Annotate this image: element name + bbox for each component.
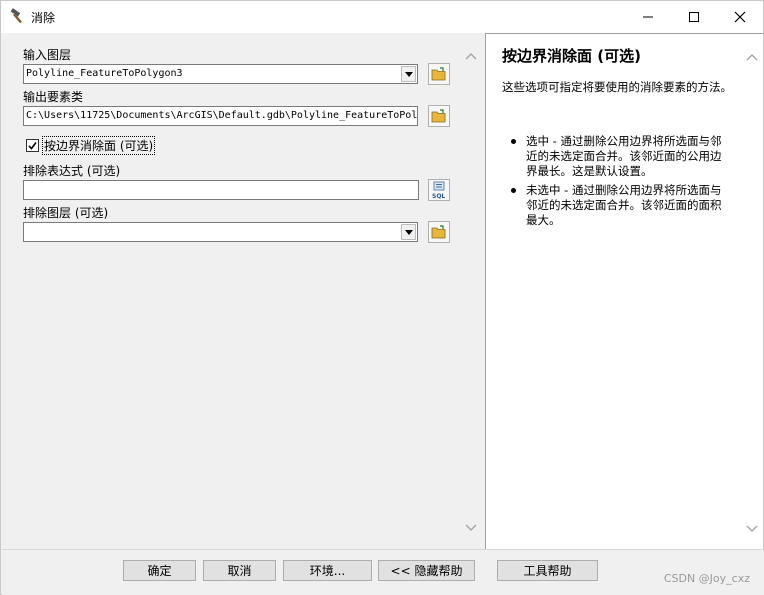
ok-button[interactable]: 确定 — [123, 560, 196, 581]
browse-exclusion-layer-button[interactable] — [428, 221, 450, 243]
maximize-button[interactable] — [671, 1, 717, 33]
help-scroll-up-arrow[interactable] — [744, 49, 760, 65]
boundary-checkbox-label[interactable]: 按边界消除面 (可选) — [42, 135, 156, 155]
chevron-down-icon — [465, 524, 477, 531]
hide-help-button[interactable]: << 隐藏帮助 — [378, 560, 475, 581]
help-scroll-down-arrow[interactable] — [744, 520, 760, 536]
window-title: 消除 — [31, 11, 56, 25]
help-panel: 按边界消除面 (可选) 这些选项可指定将要使用的消除要素的方法。 选中 - 通过… — [485, 33, 763, 549]
chevron-down-icon[interactable] — [401, 224, 416, 240]
help-bullet-text: 选中 - 通过删除公用边界将所选面与邻近的未选定面合并。该邻近面的公用边界最长。… — [526, 134, 722, 178]
exclusion-layer-combo[interactable] — [23, 222, 418, 242]
input-layer-label: 输入图层 — [23, 48, 72, 62]
chevron-up-icon — [746, 53, 758, 60]
folder-open-icon — [431, 109, 446, 123]
chevron-up-icon — [465, 52, 477, 59]
environments-button[interactable]: 环境... — [283, 560, 372, 581]
checkmark-icon — [28, 141, 37, 150]
exclusion-layer-label: 排除图层 (可选) — [23, 206, 109, 220]
output-label: 输出要素类 — [23, 90, 84, 104]
help-bullet-unchecked: 未选中 - 通过删除公用边界将所选面与邻近的未选定面合并。该邻近面的面积最大。 — [511, 183, 726, 228]
help-bullets: 选中 - 通过删除公用边界将所选面与邻近的未选定面合并。该邻近面的公用边界最长。… — [511, 134, 726, 232]
dialog-window: 消除 输入图层 Polyline_FeatureToPolygon3 输出要素类… — [0, 0, 764, 595]
sql-icon: SQL — [432, 181, 445, 199]
svg-text:SQL: SQL — [432, 193, 445, 199]
hammer-icon — [9, 8, 27, 26]
input-layer-value: Polyline_FeatureToPolygon3 — [26, 68, 183, 79]
close-button[interactable] — [717, 1, 763, 33]
button-bar: 确定 取消 环境... << 隐藏帮助 工具帮助 CSDN @Joy_cxz — [2, 549, 764, 595]
exclusion-expression-label: 排除表达式 (可选) — [23, 164, 121, 178]
browse-input-button[interactable] — [428, 63, 450, 85]
watermark: CSDN @Joy_cxz — [663, 572, 750, 585]
folder-open-icon — [431, 67, 446, 81]
output-value: C:\Users\11725\Documents\ArcGIS\Default.… — [26, 110, 418, 121]
input-layer-combo[interactable]: Polyline_FeatureToPolygon3 — [23, 64, 418, 84]
close-icon — [734, 11, 746, 23]
folder-open-icon — [431, 225, 446, 239]
maximize-icon — [689, 12, 699, 22]
minimize-icon — [643, 16, 653, 18]
minimize-button[interactable] — [625, 1, 671, 33]
scroll-down-arrow[interactable] — [463, 519, 479, 535]
help-title: 按边界消除面 (可选) — [502, 47, 641, 65]
output-field[interactable]: C:\Users\11725\Documents\ArcGIS\Default.… — [23, 106, 418, 126]
chevron-down-icon[interactable] — [401, 66, 416, 82]
chevron-down-icon — [746, 525, 758, 532]
help-intro: 这些选项可指定将要使用的消除要素的方法。 — [502, 80, 732, 94]
help-bullet-checked: 选中 - 通过删除公用边界将所选面与邻近的未选定面合并。该邻近面的公用边界最长。… — [511, 134, 726, 179]
boundary-checkbox[interactable] — [26, 138, 39, 152]
scroll-up-arrow[interactable] — [463, 48, 479, 64]
tool-help-button[interactable]: 工具帮助 — [497, 560, 598, 581]
cancel-button[interactable]: 取消 — [203, 560, 276, 581]
title-bar[interactable]: 消除 — [1, 1, 763, 33]
boundary-checkbox-row[interactable]: 按边界消除面 (可选) — [26, 135, 156, 155]
help-bullet-text: 未选中 - 通过删除公用边界将所选面与邻近的未选定面合并。该邻近面的面积最大。 — [526, 183, 722, 227]
sql-button[interactable]: SQL — [428, 179, 450, 201]
browse-output-button[interactable] — [428, 105, 450, 127]
parameters-panel: 输入图层 Polyline_FeatureToPolygon3 输出要素类 C:… — [2, 33, 482, 549]
exclusion-expression-input[interactable] — [23, 180, 419, 200]
